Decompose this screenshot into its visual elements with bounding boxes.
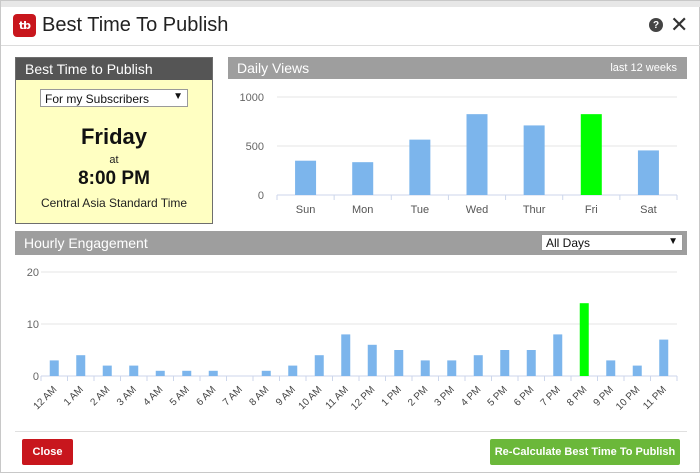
x-tick-label: 3 PM [433,384,457,408]
bar [341,334,351,376]
x-tick-label: 2 PM [406,384,430,408]
audience-select[interactable]: For my Subscribers ▼ [40,89,188,107]
x-tick-label: Tue [411,204,430,216]
recalculate-button[interactable]: Re-Calculate Best Time To Publish [490,439,680,465]
x-tick-label: 4 PM [459,384,483,408]
close-icon[interactable]: ✕ [670,12,688,38]
footer-divider [15,431,687,432]
days-select-value: All Days [546,236,591,250]
y-tick-label: 0 [258,190,264,202]
daily-views-chart: 0 500 1000 Sun Mon Tue Wed Thur Fri Sat [240,92,678,216]
x-tick-label: 1 PM [380,384,404,408]
close-button[interactable]: Close [22,439,73,465]
bar [553,334,563,376]
x-tick-label: 9 AM [274,384,298,408]
dialog-title: Best Time To Publish [42,14,229,36]
x-tick-label: Wed [466,204,488,216]
bar [447,360,457,376]
bar [314,355,324,376]
x-tick-label: 7 AM [221,384,245,408]
x-tick-label: 10 AM [297,384,325,412]
bar [155,370,165,376]
bar [182,370,192,376]
bar [295,160,317,195]
bar [500,350,510,376]
y-tick-label: 20 [27,267,39,279]
best-time-panel-title: Best Time to Publish [16,58,212,80]
hourly-engagement-title: Hourly Engagement [24,235,148,251]
hourly-engagement-chart: 0102012 AM 1 AM 2 AM 3 AM 4 AM 5 AM 6 AM 7 AM 8 … [27,267,678,413]
bar [208,370,218,376]
x-tick-label: 3 AM [115,384,139,408]
dialog-header: tb Best Time To Publish ? ✕ [1,7,700,45]
bar [580,114,602,195]
bar [102,365,112,376]
x-tick-label: 11 PM [641,384,669,412]
bar [473,355,483,376]
chevron-down-icon: ▼ [668,236,678,247]
x-tick-label: 2 AM [88,384,112,408]
x-tick-label: Sat [640,204,657,216]
bar [352,162,374,195]
x-tick-label: 8 PM [565,384,589,408]
days-select[interactable]: All Days ▼ [541,234,683,251]
best-time: 8:00 PM [78,168,150,189]
best-time-panel: Best Time to Publish For my Subscribers … [15,57,213,224]
y-tick-label: 0 [33,371,39,383]
bar [579,303,589,376]
bar [526,350,536,376]
x-tick-label: 12 AM [32,384,60,412]
bar [632,365,642,376]
x-tick-label: 12 PM [349,384,377,412]
header-divider [1,45,700,46]
x-tick-label: 10 PM [614,384,642,412]
bar [466,114,488,195]
bar [76,355,86,376]
x-tick-label: 6 PM [512,384,536,408]
x-tick-label: 6 AM [194,384,218,408]
best-day: Friday [80,124,148,149]
bar [288,365,298,376]
bar [394,350,404,376]
bar [367,344,377,376]
x-tick-label: 5 AM [168,384,192,408]
tubebuddy-logo-icon: tb [13,14,36,37]
y-tick-label: 1000 [240,92,264,104]
bar [261,370,271,376]
best-time-dialog: tb Best Time To Publish ? ✕ Best Time to… [0,0,700,473]
x-tick-label: Thur [523,204,546,216]
bar [409,139,431,195]
timezone-label: Central Asia Standard Time [40,196,188,210]
y-tick-label: 500 [246,141,264,153]
help-icon[interactable]: ? [649,18,663,32]
bar [637,150,659,195]
x-tick-label: 4 AM [141,384,165,408]
x-tick-label: 11 AM [324,384,351,411]
daily-views-title: Daily Views [237,60,310,76]
x-tick-label: 7 PM [539,384,563,408]
audience-select-value: For my Subscribers [45,92,150,106]
daily-views-range: last 12 weeks [610,62,677,74]
bar [606,360,616,376]
at-label: at [109,154,119,166]
chevron-down-icon: ▼ [173,91,183,102]
x-tick-label: Fri [585,204,598,216]
x-tick-label: 8 AM [247,384,271,408]
x-tick-label: 1 AM [62,384,86,408]
bar [49,360,59,376]
bar [523,125,545,195]
bar [129,365,139,376]
daily-views-header: Daily Views last 12 weeks [228,57,687,79]
y-tick-label: 10 [27,319,39,331]
bar [420,360,430,376]
bar [659,339,669,376]
x-tick-label: 5 PM [486,384,510,408]
x-tick-label: Mon [352,204,373,216]
x-tick-label: Sun [296,204,316,216]
x-tick-label: 9 PM [592,384,616,408]
